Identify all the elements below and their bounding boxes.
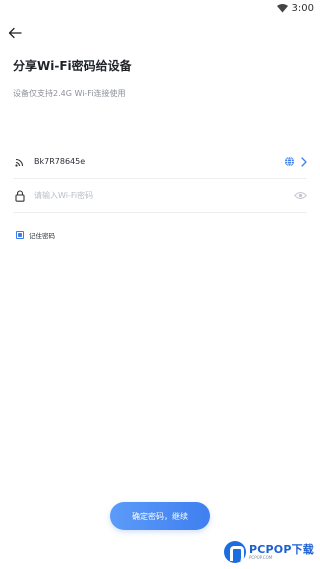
status-time: 3:00 xyxy=(291,2,314,14)
password-row xyxy=(13,179,307,213)
remember-password-checkbox[interactable]: 记住密码 xyxy=(16,230,55,240)
password-input[interactable] xyxy=(34,191,294,200)
eye-icon[interactable] xyxy=(294,191,307,200)
share-wifi-screen: 3:00 分享Wi-Fi密码给设备 设备仅支持2.4G Wi-Fi连接使用 Bk… xyxy=(0,0,320,569)
wifi-network-row[interactable]: Bk7R78645e xyxy=(13,145,307,179)
back-button[interactable] xyxy=(6,24,24,42)
watermark-text: PCPOP下载 xyxy=(248,543,314,556)
page-subtitle: 设备仅支持2.4G Wi-Fi连接使用 xyxy=(13,89,126,98)
chevron-right-icon[interactable] xyxy=(301,156,307,167)
lock-icon xyxy=(13,189,27,203)
globe-icon[interactable] xyxy=(284,156,295,167)
confirm-password-button[interactable]: 确定密码，继续 xyxy=(110,502,210,530)
wifi-signal-icon xyxy=(13,155,27,169)
page-title: 分享Wi-Fi密码给设备 xyxy=(13,59,132,73)
watermark: PCPOP下载 PCPOP.COM xyxy=(223,541,314,563)
wifi-ssid: Bk7R78645e xyxy=(34,157,86,166)
remember-password-label: 记住密码 xyxy=(29,232,55,240)
status-bar: 3:00 xyxy=(0,0,320,16)
wifi-icon xyxy=(276,3,288,13)
watermark-subtext: PCPOP.COM xyxy=(248,555,273,560)
arrow-left-icon xyxy=(8,24,22,43)
pcpop-logo-icon xyxy=(223,541,246,563)
checkbox-icon xyxy=(16,231,24,239)
